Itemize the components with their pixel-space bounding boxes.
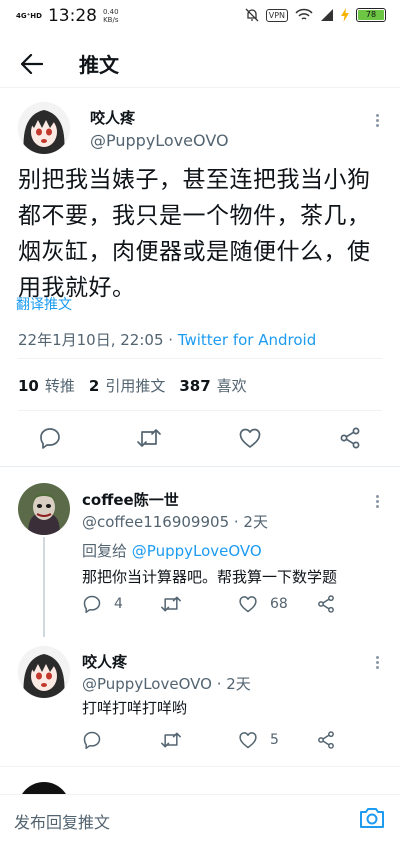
vpn-badge: VPN	[265, 8, 288, 22]
retweet-button[interactable]	[160, 594, 194, 614]
signal-icon	[321, 9, 333, 21]
reply-author-avatar[interactable]	[18, 483, 70, 535]
reply-icon	[83, 731, 101, 750]
like-icon	[239, 732, 257, 749]
reply-to-handle-link[interactable]: @PuppyLoveOVO	[132, 542, 262, 560]
status-time: 13:28	[47, 6, 97, 26]
anime-avatar-image	[18, 646, 70, 698]
charging-icon	[341, 8, 349, 22]
retweet-icon	[161, 732, 181, 748]
reply-button[interactable]	[38, 426, 62, 450]
divider	[0, 466, 400, 467]
share-icon	[318, 595, 334, 613]
reply-author-handle[interactable]: @PuppyLoveOVO · 2天	[82, 673, 251, 694]
reply-input[interactable]: 发布回复推文	[14, 809, 110, 833]
reply-author-name[interactable]: 咬人疼	[82, 651, 127, 672]
tweet-date: 22年1月10日, 22:05 ·	[18, 331, 178, 349]
like-icon	[239, 428, 261, 448]
mute-icon	[245, 8, 259, 22]
share-button[interactable]	[316, 730, 336, 750]
tweet-meta: 22年1月10日, 22:05 · Twitter for Android	[18, 329, 316, 350]
reply-button[interactable]	[82, 730, 114, 750]
more-icon[interactable]	[370, 110, 384, 130]
reply-icon	[40, 428, 60, 449]
more-icon[interactable]	[370, 652, 384, 672]
like-count: 5	[270, 732, 279, 748]
camera-button[interactable]	[358, 804, 386, 832]
camera-icon	[360, 808, 384, 828]
author-name[interactable]: 咬人疼	[90, 107, 135, 128]
author-avatar[interactable]	[18, 102, 70, 154]
retweet-button[interactable]	[136, 426, 162, 450]
reply-text: 打咩打咩打咩哟	[82, 699, 188, 717]
back-button[interactable]	[17, 49, 47, 79]
status-bar: 4G⁺HD 13:28 0.40 KB/s VPN 78	[0, 0, 400, 32]
reply-compose-bar: 发布回复推文	[0, 794, 400, 844]
quotes-stat[interactable]: 2 引用推文	[89, 375, 165, 396]
tweet-source-link[interactable]: Twitter for Android	[178, 331, 316, 349]
reply-icon	[83, 595, 101, 614]
like-button[interactable]: 5	[238, 730, 279, 750]
top-app-bar: 推文	[0, 40, 400, 88]
share-icon	[318, 731, 334, 749]
tweet-text: 别把我当婊子，甚至连把我当小狗都不要，我只是一个物件，茶几，烟灰缸，肉便器或是随…	[18, 167, 371, 301]
wifi-icon	[295, 8, 313, 20]
translate-link[interactable]: 翻译推文	[16, 294, 72, 314]
like-icon	[239, 596, 257, 613]
retweet-icon	[161, 596, 181, 612]
divider	[18, 358, 382, 359]
network-indicator: 4G⁺HD	[16, 12, 42, 20]
reply-author-name[interactable]: coffee陈一世	[82, 489, 179, 510]
joker-avatar-image	[18, 483, 70, 535]
reply-author-avatar[interactable]	[18, 646, 70, 698]
reply-count: 4	[114, 596, 123, 612]
share-icon	[340, 427, 360, 449]
thread-line	[43, 537, 45, 637]
more-icon[interactable]	[370, 491, 384, 511]
reply-button[interactable]: 4	[82, 594, 123, 614]
tweet-stats: 10 转推 2 引用推文 387 喜欢	[18, 375, 247, 396]
reply-text: 那把你当计算器吧。帮我算一下数学题	[82, 568, 338, 586]
retweet-button[interactable]	[160, 730, 194, 750]
reply-author-handle[interactable]: @coffee116909905 · 2天	[82, 511, 268, 532]
like-button[interactable]	[238, 426, 262, 450]
likes-stat[interactable]: 387 喜欢	[179, 375, 246, 396]
anime-avatar-image	[18, 102, 70, 154]
back-arrow-icon	[21, 53, 43, 74]
battery-indicator: 78	[356, 8, 386, 22]
divider	[0, 766, 400, 767]
share-button[interactable]	[316, 594, 336, 614]
network-speed: 0.40 KB/s	[102, 8, 119, 24]
reply-to-line: 回复给 @PuppyLoveOVO	[82, 542, 262, 560]
retweet-icon	[137, 429, 161, 447]
battery-level: 78	[358, 10, 384, 20]
share-button[interactable]	[338, 426, 362, 450]
like-button[interactable]: 68	[238, 594, 288, 614]
author-handle[interactable]: @PuppyLoveOVO	[90, 131, 229, 150]
tweet-actions	[0, 424, 400, 454]
divider	[18, 410, 382, 411]
page-title: 推文	[79, 53, 119, 77]
retweets-stat[interactable]: 10 转推	[18, 375, 75, 396]
like-count: 68	[270, 596, 288, 612]
